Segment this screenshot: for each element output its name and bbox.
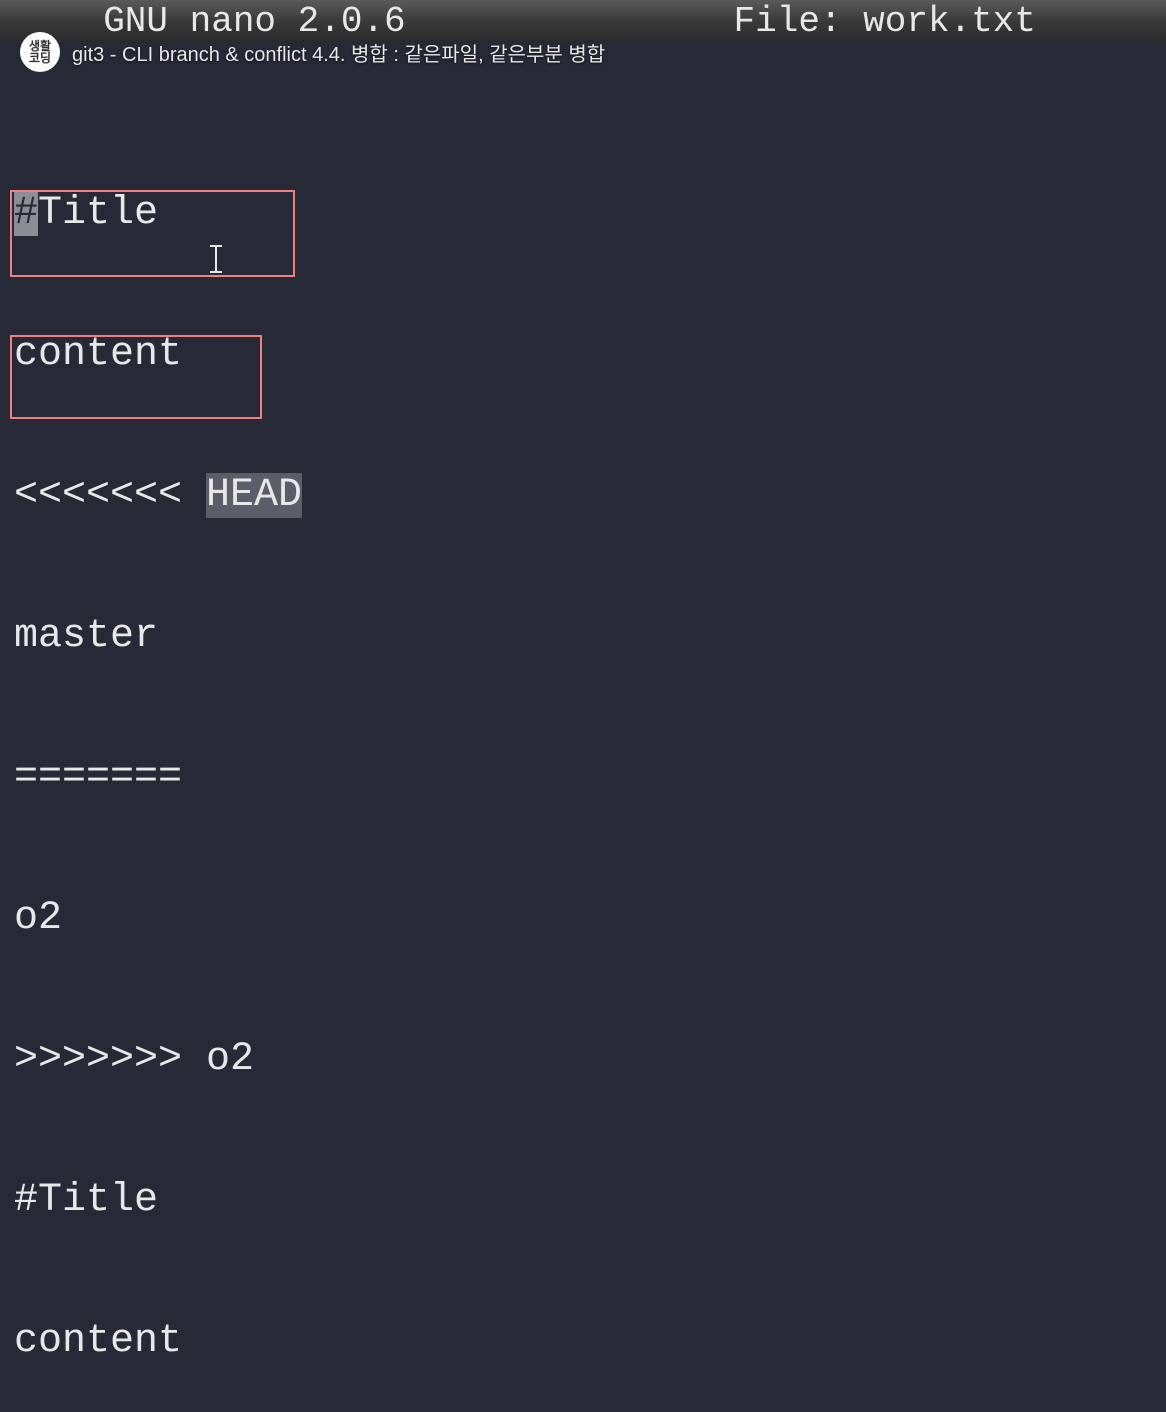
editor-line: #Title bbox=[14, 1177, 1166, 1224]
editor-content[interactable]: #Title content <<<<<<< HEAD master =====… bbox=[14, 42, 1166, 870]
cursor-char: # bbox=[14, 191, 38, 236]
channel-avatar[interactable]: 생활 코딩 bbox=[20, 32, 60, 72]
editor-line: #Title bbox=[14, 190, 1166, 237]
selected-text: HEAD bbox=[206, 473, 302, 518]
editor-line: >>>>>>> o2 bbox=[14, 1036, 1166, 1083]
editor-line: <<<<<<< HEAD bbox=[14, 472, 1166, 519]
editor-line: master bbox=[14, 613, 1166, 660]
editor-line: o2 bbox=[14, 895, 1166, 942]
video-title[interactable]: git3 - CLI branch & conflict 4.4. 병합 : 같… bbox=[72, 38, 605, 67]
editor-line: content bbox=[14, 1318, 1166, 1365]
editor-line: ======= bbox=[14, 754, 1166, 801]
avatar-text-bottom: 코딩 bbox=[29, 52, 51, 64]
editor-line: content bbox=[14, 331, 1166, 378]
video-overlay-bar: 생활 코딩 git3 - CLI branch & conflict 4.4. … bbox=[0, 34, 1166, 70]
